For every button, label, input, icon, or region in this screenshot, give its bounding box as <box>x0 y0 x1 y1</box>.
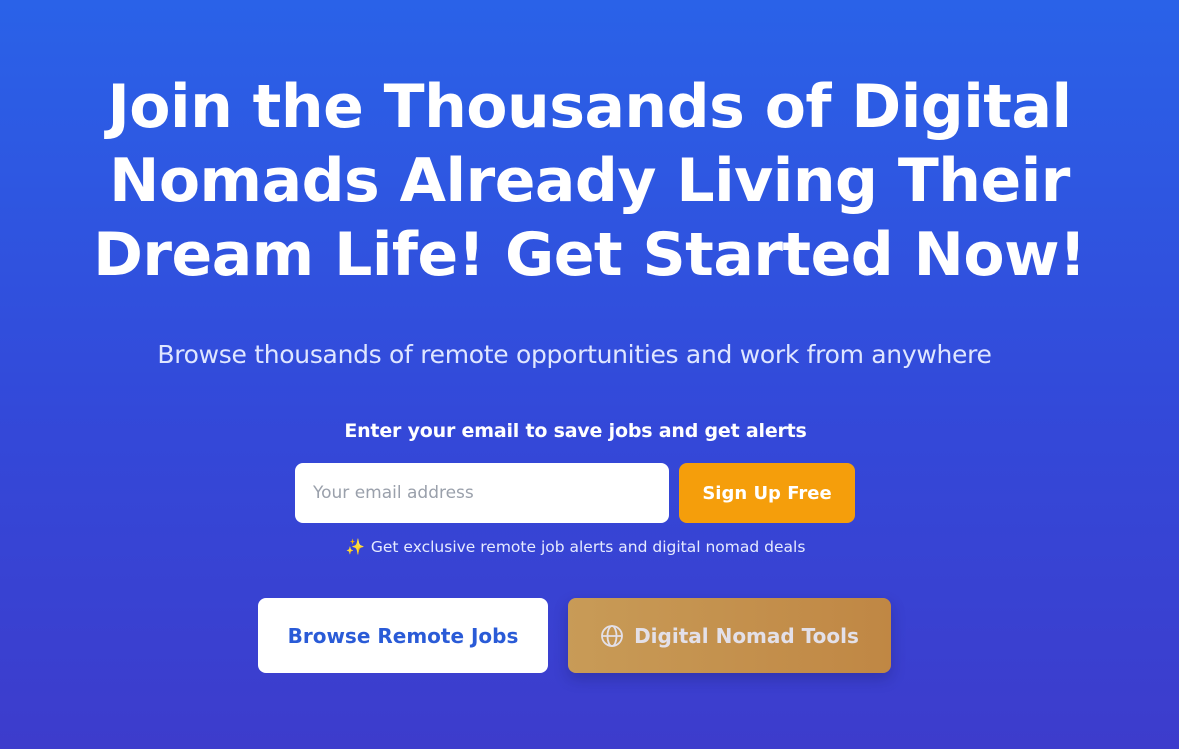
headline-line-2: Nomads Already Living Their <box>109 146 1070 216</box>
email-input[interactable] <box>295 463 669 523</box>
hero-section: Join the Thousands of Digital Nomads Alr… <box>0 0 1179 749</box>
sign-up-button[interactable]: Sign Up Free <box>679 463 855 523</box>
browse-remote-jobs-button[interactable]: Browse Remote Jobs <box>258 598 548 673</box>
headline-line-3: Dream Life! Get Started Now! <box>93 220 1086 290</box>
digital-nomad-tools-label: Digital Nomad Tools <box>634 623 859 648</box>
hero-headline: Join the Thousands of Digital Nomads Alr… <box>20 70 1159 292</box>
hero-subtitle: Browse thousands of remote opportunities… <box>157 340 992 369</box>
digital-nomad-tools-button[interactable]: Digital Nomad Tools <box>568 598 891 673</box>
perk-note: ✨ Get exclusive remote job alerts and dig… <box>0 535 1151 559</box>
email-signup-label: Enter your email to save jobs and get al… <box>344 420 807 442</box>
perk-text: Get exclusive remote job alerts and digi… <box>370 538 806 556</box>
headline-line-1: Join the Thousands of Digital <box>107 72 1072 142</box>
globe-icon <box>600 624 624 648</box>
sparkles-icon: ✨ <box>345 538 365 556</box>
